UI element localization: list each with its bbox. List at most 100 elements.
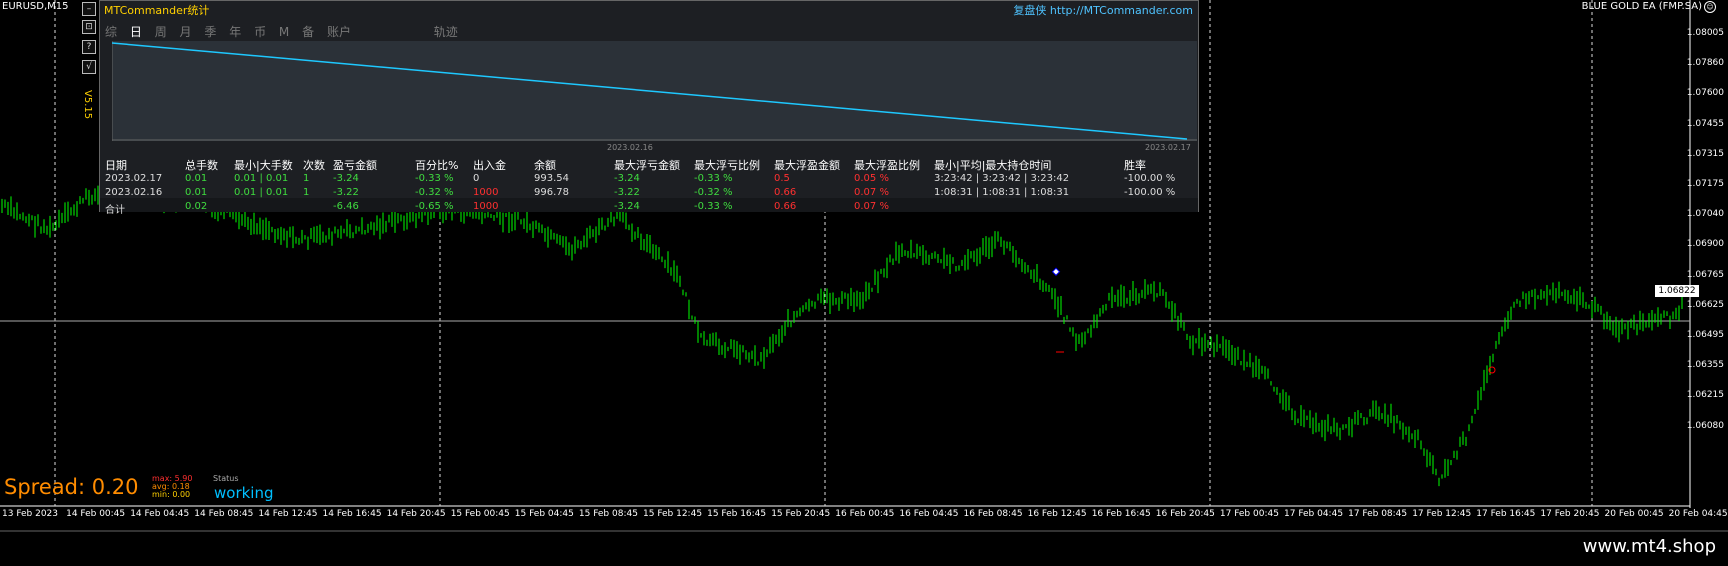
current-price-tag: 1.06822 — [1655, 285, 1699, 297]
table-cell: 0.07 % — [854, 187, 889, 198]
time-tick: 17 Feb 08:45 — [1348, 509, 1408, 519]
time-tick: 14 Feb 00:45 — [66, 509, 126, 519]
total-cell: -0.33 % — [694, 201, 733, 212]
table-cell: 2023.02.16 — [105, 187, 163, 198]
time-tick: 20 Feb 04:45 — [1668, 509, 1728, 519]
equity-end-label: 2023.02.17 — [1145, 143, 1191, 152]
table-header: 余额 — [534, 159, 556, 172]
price-tick: 1.07315 — [1686, 148, 1724, 159]
time-tick: 16 Feb 16:45 — [1091, 509, 1151, 519]
table-header: 总手数 — [185, 159, 218, 172]
table-cell: 1:08:31 | 1:08:31 | 1:08:31 — [934, 187, 1070, 198]
tab-backup[interactable]: 备 — [302, 25, 314, 39]
spread-label: Spread: 0.20 — [4, 475, 139, 499]
time-tick: 14 Feb 16:45 — [322, 509, 382, 519]
time-tick: 16 Feb 00:45 — [835, 509, 895, 519]
price-tick: 1.06215 — [1686, 390, 1724, 401]
time-tick: 16 Feb 20:45 — [1155, 509, 1215, 519]
table-cell: 1000 — [473, 187, 499, 198]
table-cell: 0.01 | 0.01 — [234, 187, 289, 198]
table-cell: -0.32 % — [415, 187, 454, 198]
time-tick: 16 Feb 12:45 — [1027, 509, 1087, 519]
time-tick: 17 Feb 00:45 — [1219, 509, 1279, 519]
total-cell: 0.02 — [185, 201, 208, 212]
equity-line — [112, 42, 1188, 140]
total-cell: 合计 — [105, 205, 125, 216]
price-tick: 1.08005 — [1686, 28, 1724, 38]
ea-name: BLUE GOLD EA (FMP.SA) — [1581, 1, 1702, 12]
toolbar-button-1[interactable]: ⊡ — [82, 20, 96, 34]
total-cell: 1000 — [473, 201, 499, 212]
time-tick: 15 Feb 04:45 — [514, 509, 574, 519]
price-tick: 1.06355 — [1686, 360, 1724, 371]
table-header: 次数 — [303, 159, 325, 172]
time-tick: 17 Feb 12:45 — [1412, 509, 1472, 519]
tab-summary[interactable]: 综 — [105, 25, 117, 39]
time-tick: 16 Feb 04:45 — [899, 509, 959, 519]
table-header: 日期 — [105, 159, 127, 172]
trade-marker — [1051, 267, 1061, 276]
panel-title: MTCommander统计 — [104, 4, 210, 17]
help-button[interactable]: ? — [82, 40, 96, 54]
time-tick: 15 Feb 20:45 — [771, 509, 831, 519]
time-tick: 14 Feb 12:45 — [258, 509, 318, 519]
panel-tabs: 综 日 周 月 季 年 币 M 备 账户 轨迹 — [105, 23, 467, 40]
table-cell: 3:23:42 | 3:23:42 | 3:23:42 — [934, 173, 1070, 184]
total-cell: -3.24 — [614, 201, 640, 212]
check-button[interactable]: √ — [82, 60, 96, 74]
ea-label: BLUE GOLD EA (FMP.SA) ☺ — [1582, 1, 1716, 13]
table-header: 盈亏金额 — [333, 159, 377, 172]
footer-url[interactable]: www.mt4.shop — [1583, 536, 1716, 557]
total-cell: -6.46 — [333, 201, 359, 212]
symbol-label: EURUSD,M15 — [2, 1, 69, 12]
table-cell: 0 — [473, 173, 480, 184]
equity-start-label: 2023.02.16 — [607, 143, 653, 152]
table-cell: 0.66 — [774, 187, 797, 198]
total-cell: 0.66 — [774, 201, 797, 212]
price-tick: 1.07175 — [1686, 179, 1724, 189]
stats-panel[interactable]: MTCommander统计 复盘侠 http://MTCommander.com… — [99, 0, 1199, 216]
table-header: 最小|大手数 — [234, 159, 293, 172]
tab-day[interactable]: 日 — [130, 25, 142, 39]
table-header: 最大浮亏比例 — [694, 159, 760, 172]
time-tick: 14 Feb 08:45 — [194, 509, 254, 519]
table-header: 最大浮盈比例 — [854, 159, 920, 172]
time-tick: 17 Feb 20:45 — [1540, 509, 1600, 519]
table-cell: -3.22 — [614, 187, 640, 198]
tab-track[interactable]: 轨迹 — [434, 25, 458, 39]
time-tick: 14 Feb 20:45 — [386, 509, 446, 519]
table-cell: -100.00 % — [1124, 173, 1176, 184]
table-cell: -3.24 — [333, 173, 359, 184]
time-tick: 13 Feb 2023 — [2, 509, 59, 519]
table-header: 胜率 — [1124, 159, 1146, 172]
table-header: 最小|平均|最大持仓时间 — [934, 159, 1052, 172]
table-cell: 0.01 — [185, 187, 208, 198]
tab-account[interactable]: 账户 — [327, 25, 351, 39]
version-label: V5.15 — [82, 90, 93, 120]
time-tick: 15 Feb 16:45 — [707, 509, 767, 519]
table-header: 最大浮盈金额 — [774, 159, 840, 172]
table-cell: -3.22 — [333, 187, 359, 198]
total-cell: -0.65 % — [415, 201, 454, 212]
price-tick: 1.06625 — [1686, 299, 1724, 310]
equity-curve — [112, 41, 1197, 141]
panel-link[interactable]: 复盘侠 http://MTCommander.com — [1013, 2, 1193, 18]
table-cell: 1 — [303, 173, 310, 184]
table-cell: -3.24 — [614, 173, 640, 184]
tab-currency[interactable]: 币 — [254, 25, 266, 39]
table-cell: 1 — [303, 187, 310, 198]
time-tick: 14 Feb 04:45 — [130, 509, 190, 519]
minimize-icon[interactable]: – — [82, 2, 96, 16]
tab-m[interactable]: M — [279, 25, 289, 39]
tab-month[interactable]: 月 — [180, 25, 192, 39]
time-tick: 17 Feb 04:45 — [1284, 509, 1344, 519]
status-label: Status — [213, 474, 239, 483]
footer-bar: www.mt4.shop — [0, 530, 1728, 566]
time-tick: 15 Feb 08:45 — [578, 509, 638, 519]
tab-year[interactable]: 年 — [229, 25, 241, 39]
table-cell: -0.32 % — [694, 187, 733, 198]
tab-week[interactable]: 周 — [155, 25, 167, 39]
tab-quarter[interactable]: 季 — [204, 25, 216, 39]
status-value: working — [214, 484, 274, 502]
table-cell: -100.00 % — [1124, 187, 1176, 198]
